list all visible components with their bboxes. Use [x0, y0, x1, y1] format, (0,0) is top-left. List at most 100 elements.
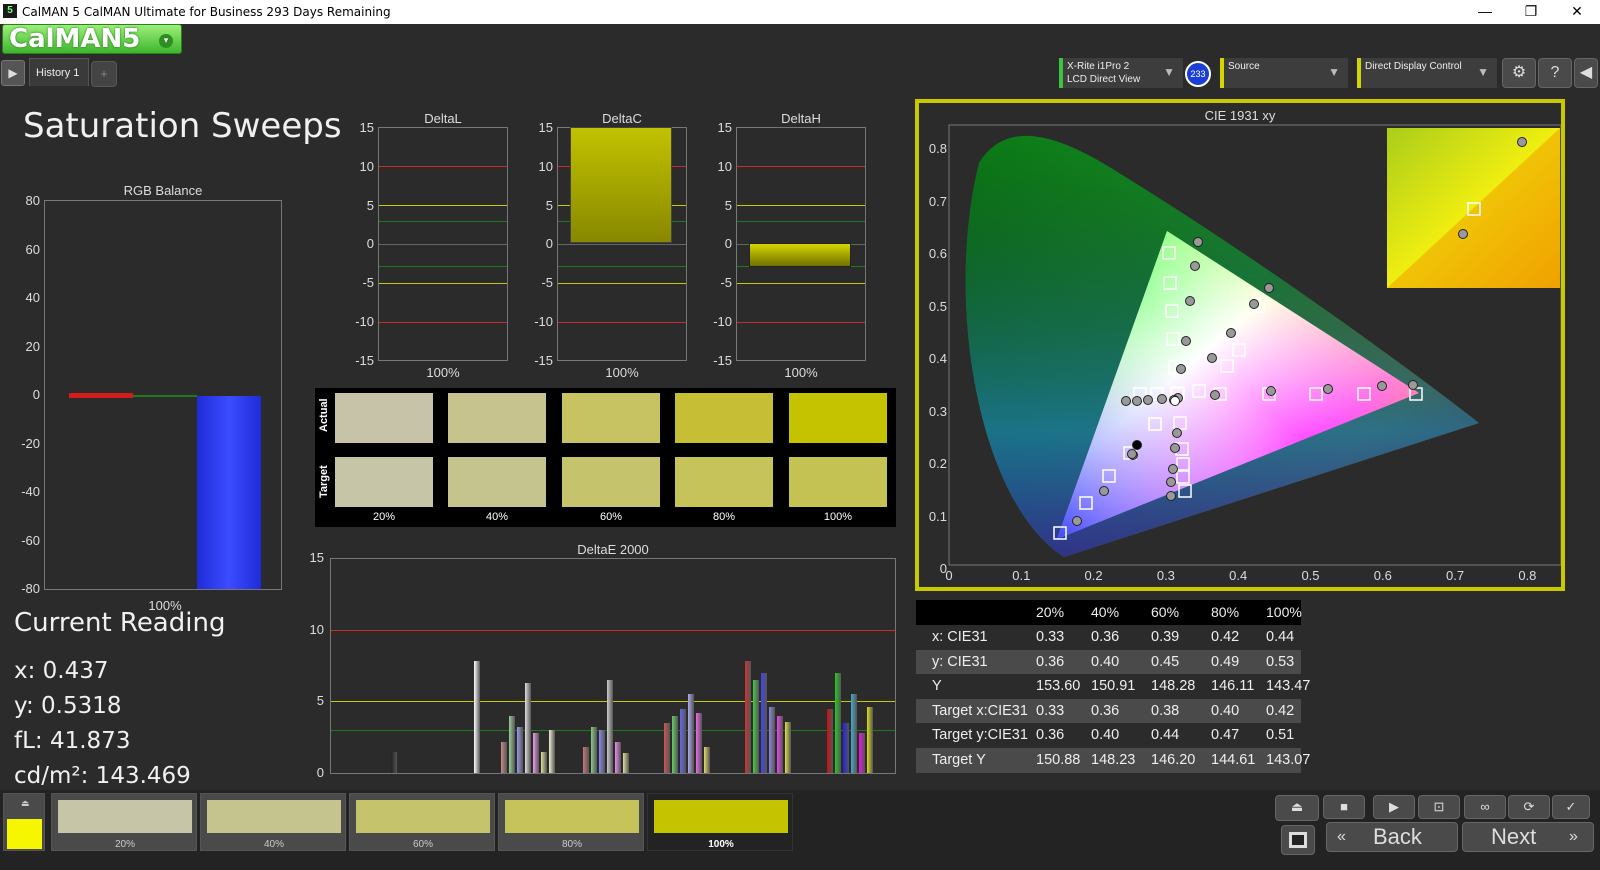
- deltae-bar: [688, 694, 694, 773]
- red-bar: [69, 393, 133, 398]
- window-title: CalMAN 5 CalMAN Ultimate for Business 29…: [22, 5, 391, 19]
- cie-xtick: 0.4: [1229, 568, 1248, 583]
- reading-fl: fL: 41.873: [14, 728, 131, 754]
- patch-button[interactable]: 100%: [647, 793, 793, 851]
- play-button[interactable]: ▶: [1373, 795, 1415, 819]
- eject-button[interactable]: ⏏: [1275, 795, 1319, 821]
- table-cell: 0.40: [1211, 702, 1240, 719]
- patch-button[interactable]: 60%: [349, 793, 495, 851]
- swatch-comparison: Actual Target 20% 40% 60% 80% 100%: [315, 388, 896, 527]
- table-cell: 0.47: [1211, 727, 1240, 743]
- deltae-ytick: 10: [309, 621, 324, 637]
- measured-marker: [1181, 336, 1191, 346]
- current-color-patch[interactable]: ⏏: [3, 793, 45, 851]
- deltae-bar: [859, 732, 865, 773]
- display-control-selector[interactable]: Direct Display Control ▼: [1357, 58, 1497, 88]
- collapse-panel-button[interactable]: ◀: [1574, 58, 1598, 88]
- gear-icon: ⚙: [1511, 64, 1527, 81]
- deltae-limit-yellow: [331, 701, 895, 702]
- delta-tick-label: -10: [713, 314, 732, 329]
- cie-xtick: 0.1: [1012, 568, 1031, 583]
- refresh-button[interactable]: ⟳: [1508, 795, 1550, 819]
- cie-ytick: 0.7: [928, 193, 947, 209]
- patch-button[interactable]: 20%: [51, 793, 197, 851]
- add-tab-button[interactable]: +: [91, 61, 117, 87]
- next-button[interactable]: Next »: [1462, 822, 1594, 852]
- table-cell: 0.49: [1211, 653, 1240, 670]
- meter-selector[interactable]: X-Rite i1Pro 2 LCD Direct View ▼: [1059, 58, 1183, 88]
- eject-icon: ⏏: [1290, 799, 1304, 814]
- measured-marker: [1193, 237, 1203, 247]
- table-cell: 0.36: [1091, 629, 1120, 645]
- chevron-down-icon: ▼: [1477, 65, 1489, 79]
- cie-xtick: 0.8: [1518, 568, 1537, 583]
- source-selector[interactable]: Source ▼: [1220, 58, 1348, 88]
- deltae-bar: [761, 672, 767, 773]
- play-icon: ▶: [1389, 799, 1399, 814]
- deltae-bar: [704, 747, 710, 773]
- delta-xlabel: 100%: [426, 365, 460, 380]
- confirm-button[interactable]: ✓: [1552, 795, 1590, 819]
- delta-tick-label: 5: [724, 197, 732, 213]
- deltae-bar: [599, 730, 605, 773]
- actual-swatch: [448, 393, 546, 443]
- target-swatch: [789, 457, 887, 507]
- stop-icon: [1289, 832, 1307, 848]
- continuous-button[interactable]: ∞: [1464, 795, 1506, 819]
- cie-chart-panel: CIE 1931 xy 0 0.1 0.2 0.3 0.4 0.5 0.6 0.…: [915, 99, 1565, 591]
- meter-badge[interactable]: 233: [1185, 61, 1211, 87]
- green-bar: [133, 395, 197, 397]
- swatch-label: 20%: [372, 511, 396, 523]
- deltae-bar: [391, 751, 397, 773]
- tab-history-1[interactable]: History 1: [29, 58, 89, 86]
- row-label: Target y:CIE31: [932, 727, 1028, 743]
- delta-chart-title: DeltaC: [602, 111, 642, 126]
- swatch-label: 100%: [823, 511, 853, 523]
- table-cell: 0.51: [1266, 727, 1295, 743]
- deltae-bar: [509, 715, 515, 773]
- cie-ytick: 0: [939, 561, 947, 576]
- back-button[interactable]: « Back: [1326, 822, 1458, 852]
- delta-tick-label: -15: [355, 352, 374, 368]
- stop-button[interactable]: ■: [1323, 795, 1365, 819]
- play-workflow-button[interactable]: ▶: [1, 60, 25, 86]
- minimize-button[interactable]: —: [1462, 0, 1508, 24]
- patch-button[interactable]: 80%: [498, 793, 644, 851]
- help-button[interactable]: ?: [1538, 58, 1572, 88]
- table-cell: 150.91: [1091, 678, 1136, 694]
- limit-line: [737, 283, 865, 284]
- cie-xtick: 0.3: [1156, 568, 1175, 583]
- stop-large-button[interactable]: [1281, 825, 1315, 855]
- deltac-bar: [570, 127, 672, 243]
- measured-marker: [1190, 261, 1200, 271]
- table-cell: 148.23: [1091, 751, 1136, 768]
- deltae-bar: [591, 727, 597, 773]
- deltae-title: DeltaE 2000: [577, 542, 649, 557]
- table-header-cell: 20%: [1036, 604, 1065, 620]
- cie-ytick: 0.6: [928, 246, 947, 261]
- rgb-tick-label: -80: [21, 581, 40, 596]
- delta-tick-label: -10: [355, 314, 374, 329]
- patch-color: [505, 800, 639, 833]
- table-cell: 0.39: [1151, 629, 1180, 645]
- actual-swatch: [789, 393, 887, 443]
- measured-marker: [1226, 328, 1236, 338]
- delta-chart: [378, 127, 508, 361]
- delta-tick-label: -5: [362, 275, 374, 291]
- rgb-tick-label: -40: [21, 484, 40, 499]
- patch-button[interactable]: 40%: [200, 793, 346, 851]
- measure-button[interactable]: ⊡: [1418, 795, 1460, 819]
- delta-tick-label: -15: [534, 352, 553, 368]
- table-cell: 0.33: [1036, 702, 1065, 719]
- patch-color: [207, 800, 341, 833]
- table-cell: 0.53: [1266, 653, 1295, 670]
- table-row: x: CIE31 0.33 0.36 0.39 0.42 0.44: [916, 625, 1301, 650]
- restore-button[interactable]: ❐: [1508, 0, 1554, 24]
- table-cell: 146.20: [1151, 751, 1196, 768]
- close-button[interactable]: ✕: [1554, 0, 1600, 24]
- settings-button[interactable]: ⚙: [1502, 58, 1536, 88]
- refresh-icon: ⟳: [1523, 799, 1535, 814]
- table-cell: 153.60: [1036, 678, 1081, 694]
- app-menu-logo[interactable]: CalMAN5 ▾: [2, 24, 182, 54]
- delta-tick-label: 5: [366, 197, 374, 213]
